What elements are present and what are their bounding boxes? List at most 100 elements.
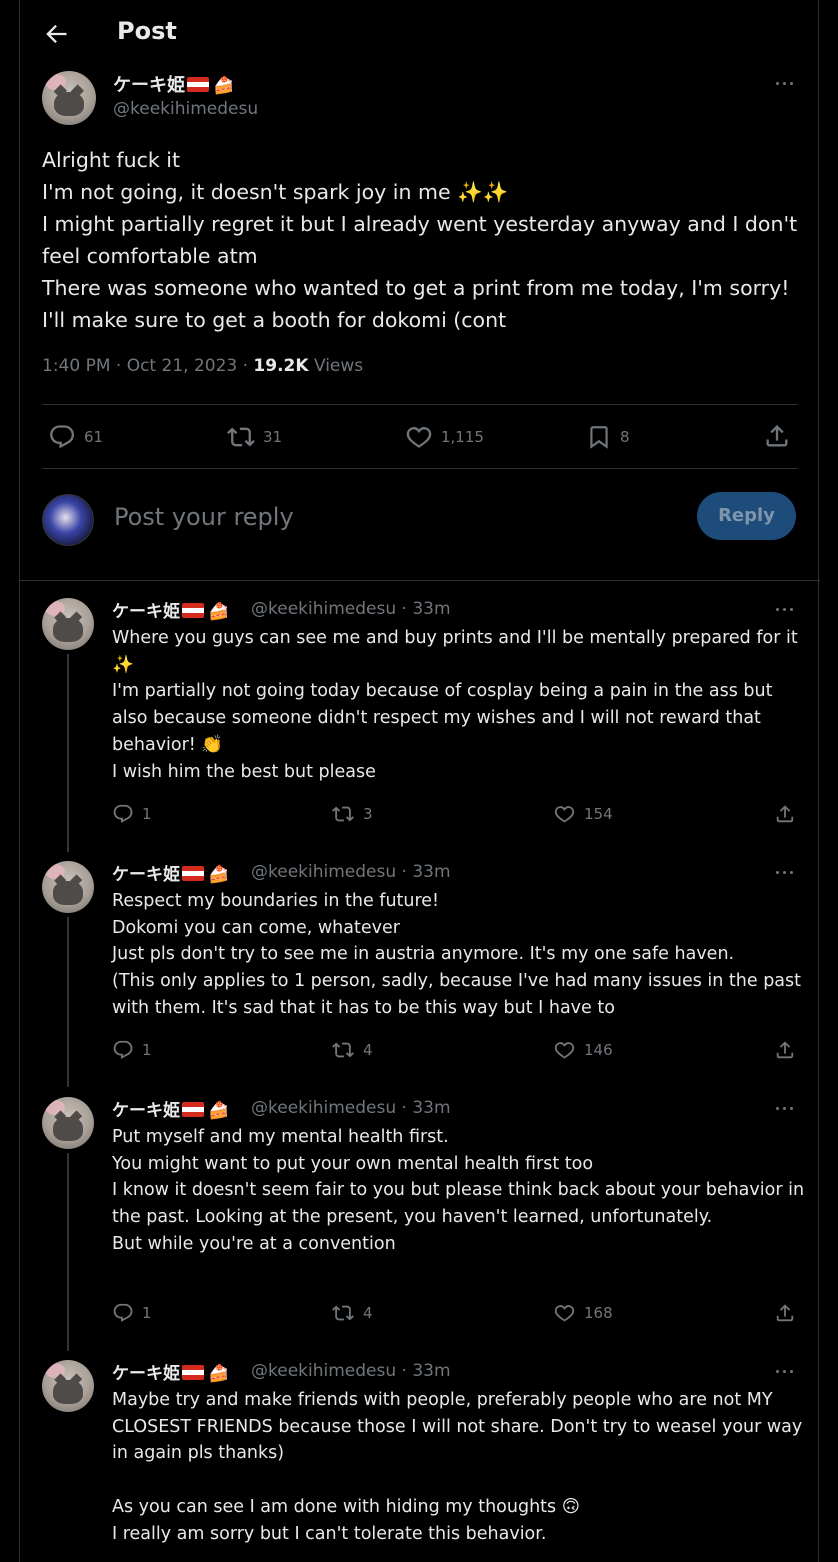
- author-handle[interactable]: @keekihimedesu · 33m: [251, 1361, 451, 1381]
- reply-count: 1: [142, 1304, 152, 1322]
- cake-emoji-icon: 🍰: [208, 602, 230, 622]
- views-count: 19.2K: [253, 356, 309, 376]
- share-upload-icon: [776, 805, 794, 823]
- austria-flag-icon: [182, 866, 204, 881]
- repost-action[interactable]: 4: [331, 1302, 373, 1324]
- more-dots-icon[interactable]: [774, 862, 798, 882]
- repost-action[interactable]: 31: [227, 423, 282, 451]
- author-name[interactable]: ケーキ姫 🍰: [112, 597, 229, 622]
- reply-text: Where you guys can see me and buy prints…: [112, 628, 798, 782]
- share-upload-icon: [776, 1304, 794, 1322]
- cake-emoji-icon: 🍰: [208, 1101, 230, 1121]
- share-button[interactable]: [774, 803, 796, 825]
- author-handle[interactable]: @keekihimedesu · 33m: [251, 862, 451, 882]
- reply-action[interactable]: 1: [112, 1302, 152, 1324]
- thread-connector: [67, 1153, 69, 1351]
- post-detail-column: Post ケーキ姫 🍰 @keekihimedesu Alright fuck i…: [19, 0, 820, 1562]
- repost-arrows-icon: [332, 806, 354, 822]
- cake-emoji-icon: 🍰: [213, 76, 235, 96]
- repost-arrows-icon: [332, 1042, 354, 1058]
- more-dots-icon[interactable]: [774, 1361, 798, 1381]
- share-button[interactable]: [774, 1039, 796, 1061]
- reply-count: 1: [142, 1041, 152, 1059]
- reply-action[interactable]: 1: [112, 1039, 152, 1061]
- share-upload-icon: [776, 1041, 794, 1059]
- reply-button[interactable]: Reply: [697, 492, 796, 540]
- repost-action[interactable]: 3: [331, 803, 373, 825]
- reply-text: Respect my boundaries in the future! Dok…: [112, 891, 802, 1018]
- heart-icon: [554, 806, 575, 823]
- like-count: 168: [584, 1304, 613, 1322]
- more-dots-icon[interactable]: [774, 73, 798, 93]
- bookmark-action[interactable]: 8: [586, 423, 630, 451]
- author-handle[interactable]: @keekihimedesu · 33m: [251, 1098, 451, 1118]
- repost-arrows-icon: [227, 427, 255, 447]
- reply-text: Maybe try and make friends with people, …: [112, 1390, 803, 1544]
- speech-bubble-icon: [113, 1040, 133, 1059]
- avatar[interactable]: [42, 71, 96, 125]
- heart-icon: [554, 1305, 575, 1322]
- author-name[interactable]: ケーキ姫 🍰: [112, 1359, 229, 1384]
- post-meta: 1:40 PM · Oct 21, 2023 · 19.2K Views: [42, 356, 363, 376]
- reply-action[interactable]: 1: [112, 803, 152, 825]
- avatar[interactable]: [42, 1360, 94, 1412]
- author-handle[interactable]: @keekihimedesu · 33m: [251, 599, 451, 619]
- author-name[interactable]: ケーキ姫 🍰: [113, 71, 234, 97]
- post-text: Alright fuck it I'm not going, it doesn'…: [42, 148, 798, 332]
- divider: [20, 580, 820, 581]
- repost-count: 4: [363, 1304, 373, 1322]
- repost-count: 3: [363, 805, 373, 823]
- current-user-avatar[interactable]: [42, 494, 94, 546]
- like-action[interactable]: 146: [553, 1039, 613, 1061]
- reply-input[interactable]: Post your reply: [114, 496, 674, 538]
- author-handle[interactable]: @keekihimedesu: [113, 99, 258, 119]
- heart-icon: [406, 427, 432, 448]
- like-count: 146: [584, 1041, 613, 1059]
- speech-bubble-icon: [113, 1303, 133, 1322]
- speech-bubble-icon: [50, 425, 75, 449]
- thread-connector: [67, 917, 69, 1087]
- author-name-text: ケーキ姫: [112, 602, 180, 622]
- post-time[interactable]: 1:40 PM · Oct 21, 2023 ·: [42, 356, 253, 376]
- reply-count: 1: [142, 805, 152, 823]
- repost-count: 31: [263, 428, 283, 446]
- austria-flag-icon: [182, 1102, 204, 1117]
- author-name[interactable]: ケーキ姫 🍰: [112, 860, 229, 885]
- share-button[interactable]: [774, 1302, 796, 1324]
- author-name-text: ケーキ姫: [112, 1101, 180, 1121]
- top-bar: Post: [20, 0, 820, 68]
- reply-count: 61: [84, 428, 104, 446]
- share-upload-icon: [766, 425, 788, 447]
- page-title: Post: [117, 17, 177, 45]
- avatar[interactable]: [42, 861, 94, 913]
- divider: [42, 404, 798, 405]
- more-dots-icon[interactable]: [774, 1098, 798, 1118]
- cake-emoji-icon: 🍰: [208, 1364, 230, 1384]
- like-action[interactable]: 168: [553, 1302, 613, 1324]
- bookmark-icon: [590, 426, 608, 449]
- back-arrow-icon[interactable]: [42, 20, 70, 48]
- more-dots-icon[interactable]: [774, 599, 798, 619]
- heart-icon: [554, 1042, 575, 1059]
- author-name-text: ケーキ姫: [113, 75, 185, 96]
- bookmark-count: 8: [620, 428, 630, 446]
- like-action[interactable]: 154: [553, 803, 613, 825]
- austria-flag-icon: [182, 603, 204, 618]
- repost-arrows-icon: [332, 1305, 354, 1321]
- repost-count: 4: [363, 1041, 373, 1059]
- author-name[interactable]: ケーキ姫 🍰: [112, 1096, 229, 1121]
- like-action[interactable]: 1,115: [405, 423, 484, 451]
- share-button[interactable]: [763, 422, 791, 450]
- avatar[interactable]: [42, 1097, 94, 1149]
- repost-action[interactable]: 4: [331, 1039, 373, 1061]
- reply-action[interactable]: 61: [48, 423, 103, 451]
- avatar[interactable]: [42, 598, 94, 650]
- views-label: Views: [308, 356, 364, 376]
- divider: [42, 468, 798, 469]
- reply-text: Put myself and my mental health first. Y…: [112, 1127, 805, 1254]
- austria-flag-icon: [182, 1365, 204, 1380]
- speech-bubble-icon: [113, 804, 133, 823]
- like-count: 1,115: [441, 428, 484, 446]
- like-count: 154: [584, 805, 613, 823]
- cake-emoji-icon: 🍰: [208, 865, 230, 885]
